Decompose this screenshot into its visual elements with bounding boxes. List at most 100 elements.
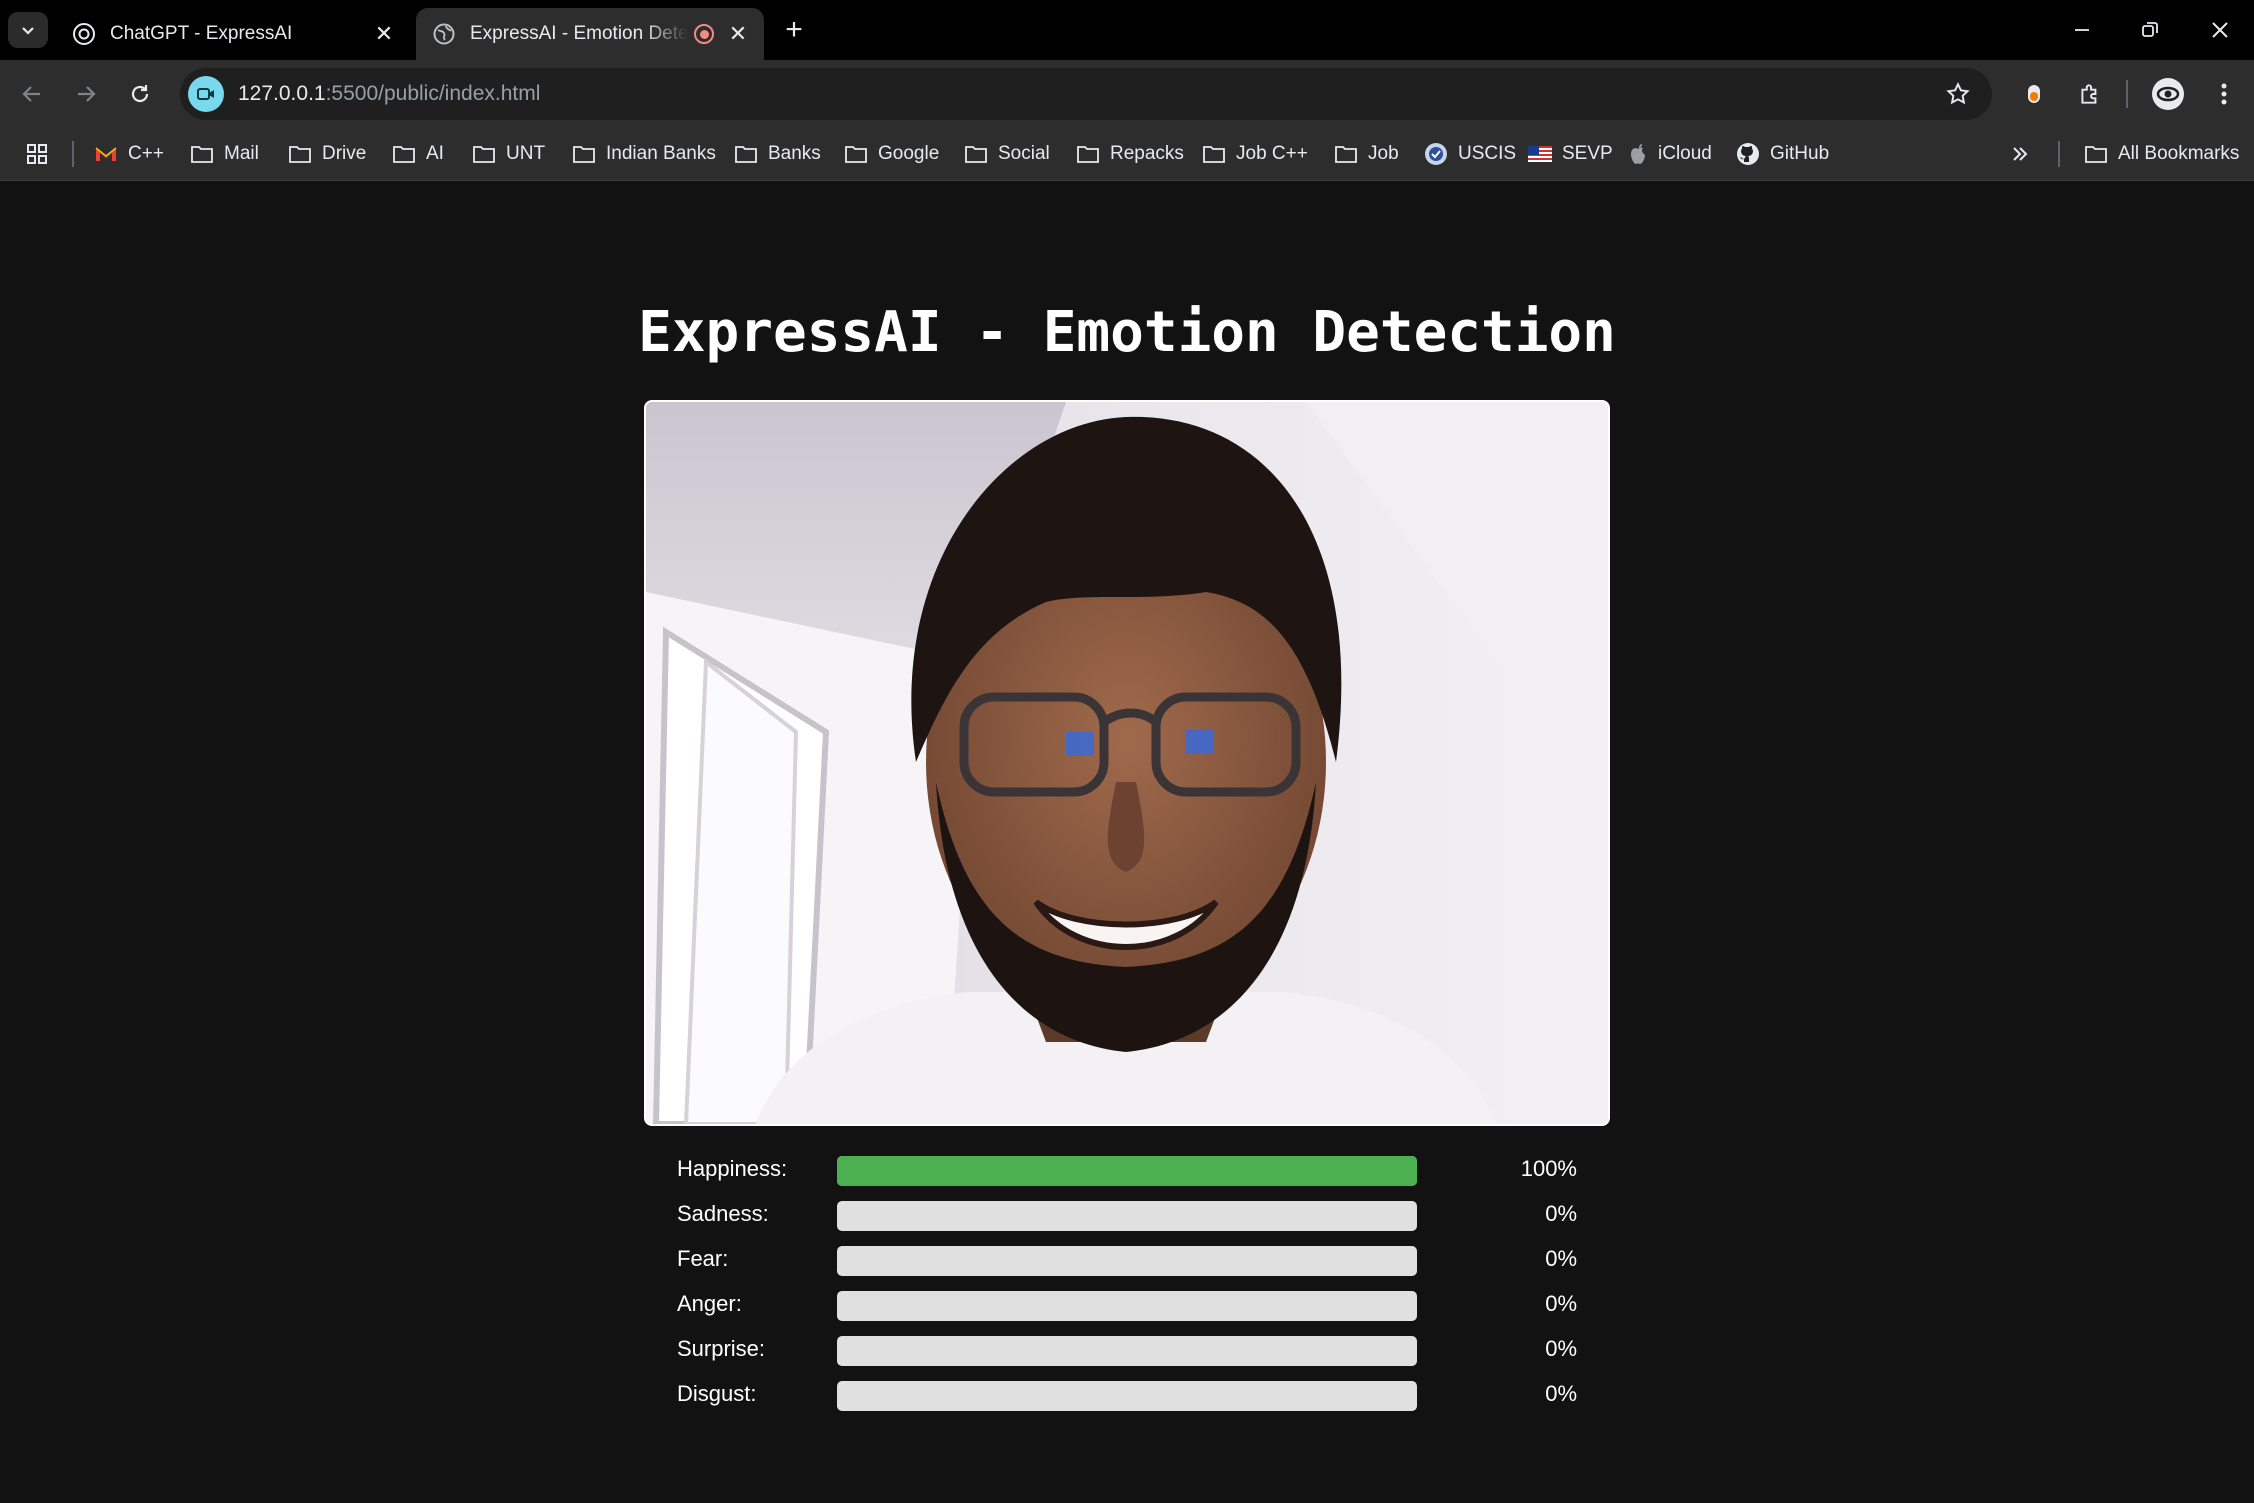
extensions-puzzle-icon[interactable] [2070, 74, 2110, 114]
folder-icon [289, 146, 311, 163]
bookmark-label: Drive [322, 143, 367, 164]
profile-avatar-icon[interactable] [2148, 74, 2188, 114]
bookmark-label: Social [998, 143, 1050, 164]
bookmark-folder-indian-banks[interactable]: Indian Banks [572, 138, 716, 170]
bookmark-separator [2058, 141, 2060, 167]
bookmark-folder-social[interactable]: Social [964, 138, 1050, 170]
bookmark-folder-unt[interactable]: UNT [472, 138, 545, 170]
bookmark-separator [72, 141, 74, 167]
close-icon [2212, 22, 2228, 38]
emotion-bar [837, 1291, 1417, 1321]
bookmark-uscis[interactable]: USCIS [1424, 138, 1516, 170]
bookmark-label: Mail [224, 143, 259, 164]
bookmark-label: SEVP [1562, 143, 1613, 164]
restore-icon [2142, 22, 2158, 37]
extension-icon[interactable] [2014, 74, 2054, 114]
bookmark-label: iCloud [1658, 143, 1712, 164]
address-bar[interactable]: 127.0.0.1:5500/public/index.html [180, 68, 1992, 120]
bookmark-folder-banks[interactable]: Banks [734, 138, 821, 170]
bookmark-folder-job-cpp[interactable]: Job C++ [1202, 138, 1308, 170]
emotion-value: 0% [1545, 1336, 1577, 1361]
all-bookmarks-label: All Bookmarks [2118, 143, 2240, 164]
folder-icon [473, 146, 495, 163]
emotion-bar [837, 1381, 1417, 1411]
bookmarks-overflow-button[interactable] [2010, 138, 2030, 170]
emotion-row-sadness: Sadness: 0% [677, 1195, 1577, 1240]
url-text: 127.0.0.1:5500/public/index.html [238, 82, 540, 106]
apps-grid-button[interactable] [26, 138, 48, 170]
emotion-bar [837, 1156, 1417, 1186]
bookmark-folder-mail[interactable]: Mail [190, 138, 259, 170]
emotion-row-disgust: Disgust: 0% [677, 1375, 1577, 1420]
bookmark-folder-job[interactable]: Job [1334, 138, 1399, 170]
minimize-button[interactable] [2048, 0, 2116, 60]
close-tab-icon[interactable]: ✕ [724, 20, 752, 48]
all-bookmarks-button[interactable]: All Bookmarks [2084, 138, 2239, 170]
browser-toolbar: 127.0.0.1:5500/public/index.html [0, 60, 2254, 128]
tab-title: ExpressAI - Emotion Detection [470, 23, 688, 44]
chevron-down-icon [22, 27, 34, 35]
camera-permission-icon[interactable] [188, 76, 224, 112]
bookmark-github[interactable]: GitHub [1736, 138, 1829, 170]
webcam-video [644, 400, 1610, 1126]
bookmark-folder-repacks[interactable]: Repacks [1076, 138, 1184, 170]
folder-icon [191, 146, 213, 163]
bookmark-star-icon[interactable] [1944, 80, 1972, 108]
gmail-icon [95, 147, 117, 161]
tab-search-button[interactable] [8, 12, 48, 48]
close-tab-icon[interactable]: ✕ [370, 20, 398, 48]
emotion-scores: Happiness: 100% Sadness: 0% Fear: 0% Ang… [677, 1150, 1577, 1420]
menu-kebab-icon[interactable] [2204, 74, 2244, 114]
tab-strip: ChatGPT - ExpressAI ✕ ExpressAI - Emotio… [0, 0, 2254, 60]
folder-icon [735, 146, 757, 163]
reload-icon [131, 85, 149, 103]
emotion-value: 0% [1545, 1291, 1577, 1316]
forward-button[interactable] [66, 74, 106, 114]
emotion-row-surprise: Surprise: 0% [677, 1330, 1577, 1375]
bookmark-folder-drive[interactable]: Drive [288, 138, 366, 170]
folder-icon [1335, 146, 1357, 163]
recording-indicator-icon [694, 24, 714, 44]
globe-icon [432, 22, 456, 46]
emotion-label: Fear: [677, 1246, 729, 1271]
emotion-label: Disgust: [677, 1381, 757, 1406]
reload-button[interactable] [120, 74, 160, 114]
bookmark-label: Job C++ [1236, 143, 1308, 164]
bookmark-label: Indian Banks [606, 143, 716, 164]
bookmark-sevp[interactable]: SEVP [1528, 138, 1613, 170]
bookmark-folder-ai[interactable]: AI [392, 138, 444, 170]
emotion-bar-fill [837, 1156, 1417, 1186]
bookmark-label: Banks [768, 143, 821, 164]
bookmark-label: USCIS [1458, 143, 1517, 164]
new-tab-button[interactable]: + [778, 13, 810, 46]
bookmarks-bar: C++ Mail Drive AI UNT Indian Banks Banks… [0, 128, 2254, 181]
github-icon [1737, 143, 1759, 165]
close-window-button[interactable] [2186, 0, 2254, 60]
apple-icon [1631, 144, 1645, 164]
tab-title: ChatGPT - ExpressAI [110, 23, 293, 44]
url-host: 127.0.0.1 [238, 82, 326, 105]
bookmark-label: Repacks [1110, 143, 1184, 164]
back-button[interactable] [12, 74, 52, 114]
tab-chatgpt[interactable]: ChatGPT - ExpressAI ✕ [56, 8, 410, 60]
bookmark-label: GitHub [1770, 143, 1830, 164]
webcam-feed-image [646, 402, 1608, 1124]
emotion-row-fear: Fear: 0% [677, 1240, 1577, 1285]
bookmark-label: AI [426, 143, 444, 164]
bookmark-icloud[interactable]: iCloud [1628, 138, 1712, 170]
arrow-right-icon [78, 86, 96, 102]
emotion-row-happiness: Happiness: 100% [677, 1150, 1577, 1195]
bookmark-cpp[interactable]: C++ [94, 138, 164, 170]
restore-button[interactable] [2116, 0, 2184, 60]
us-flag-icon [1528, 146, 1552, 162]
folder-icon [965, 146, 987, 163]
bookmark-label: C++ [128, 143, 164, 164]
emotion-value: 0% [1545, 1381, 1577, 1406]
url-path: :5500/public/index.html [325, 82, 541, 105]
emotion-value: 100% [1520, 1156, 1577, 1181]
emotion-value: 0% [1545, 1246, 1577, 1271]
bookmark-folder-google[interactable]: Google [844, 138, 939, 170]
page-title: ExpressAI - Emotion Detection [638, 300, 1616, 365]
emotion-value: 0% [1545, 1201, 1577, 1226]
tab-expressai[interactable]: ExpressAI - Emotion Detection ✕ [416, 8, 764, 60]
